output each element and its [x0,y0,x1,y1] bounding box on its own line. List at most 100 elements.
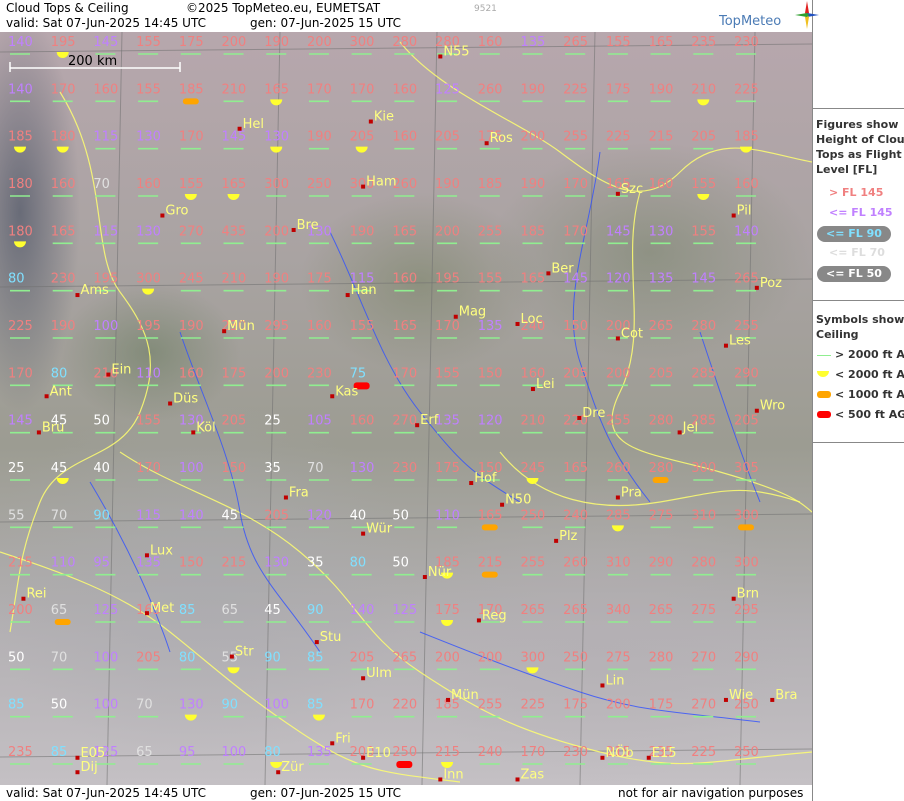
city-marker [754,285,759,290]
city-label: Bre [297,218,319,233]
fl-value: 185 [478,177,503,192]
city-marker [770,697,775,702]
ceiling-symbol-2000 [270,146,283,153]
legend-ceiling-item: < 2000 ft AGL [813,368,904,384]
fl-value: 130 [350,461,375,476]
fl-value: 50 [8,650,25,665]
fl-value: 110 [51,556,76,571]
fl-value: 190 [435,177,460,192]
fl-value: 230 [51,272,76,287]
fl-value: 205 [350,650,375,665]
city-marker [361,676,366,681]
fl-value: 205 [563,366,588,381]
city-label: Hof [474,471,497,486]
city-label: Ams [80,283,109,298]
city-marker [546,271,551,276]
city-label: Ant [50,384,72,399]
fl-value: 155 [691,177,716,192]
fl-value: 155 [606,35,631,50]
fl-value: 70 [307,461,324,476]
fl-value: 130 [649,224,674,239]
fl-value: 205 [136,650,161,665]
fl-value: 165 [264,82,289,97]
ceiling-symbol-2000 [56,146,69,153]
city-marker [237,126,242,131]
city-marker [75,755,80,760]
city-label: Jel [682,420,698,435]
city-marker [600,683,605,688]
city-label: Pra [621,485,642,500]
fl-value: 265 [563,603,588,618]
valid-time: valid: Sat 07-Jun-2025 14:45 UTC [6,16,206,30]
fl-value: 250 [563,650,588,665]
fl-value: 180 [51,130,76,145]
fl-value: 255 [478,224,503,239]
fl-value: 110 [435,508,460,523]
city-marker [615,191,620,196]
city-marker [368,119,373,124]
fl-value: 55 [8,508,25,523]
fl-value: 140 [179,508,204,523]
city-label: Brn [737,587,759,602]
ceiling-symbol-2000 [611,525,624,532]
satellite-map[interactable]: 200 km 140 195 145 155 175 200 190 200 300 280 280 1… [0,32,812,785]
fl-value: 280 [649,414,674,429]
fl-value: 305 [734,461,759,476]
fl-value: 70 [93,177,110,192]
ceiling-symbol-1000 [54,619,71,625]
fl-value: 200 [435,650,460,665]
fl-value: 155 [136,82,161,97]
fl-value: 130 [264,130,289,145]
fl-value: 130 [136,130,161,145]
fl-value: 260 [563,556,588,571]
legend-fl-item: > FL 145 [829,186,884,199]
city-label: Hel [243,117,264,132]
fl-value: 145 [8,414,33,429]
city-label: Loc [521,312,543,327]
city-marker [191,430,196,435]
city-label: Köl [196,420,215,435]
fl-value: 235 [691,35,716,50]
fl-value: 210 [222,82,247,97]
city-marker [222,329,227,334]
fl-value: 205 [649,366,674,381]
ceiling-symbol-1000 [481,571,498,578]
fl-value: 160 [478,35,503,50]
fl-value: 200 [606,366,631,381]
copyright: ©2025 TopMeteo.eu, EUMETSAT [186,1,381,15]
fl-value: 85 [179,603,196,618]
fl-value: 120 [478,414,503,429]
ceiling-symbol-2000 [56,478,69,484]
legend-fl-item: <= FL 90 [817,226,891,242]
city-marker [530,387,535,392]
fl-value: 175 [606,82,631,97]
fl-value: 435 [222,224,247,239]
fl-value: 280 [392,35,417,50]
fl-value: 265 [734,272,759,287]
ceiling-symbol-2000 [184,714,197,721]
legend-ceiling-item: < 500 ft AGL [813,408,904,424]
fl-value: 215 [478,556,503,571]
fl-value: 85 [307,698,324,713]
fl-value: 145 [606,224,631,239]
legend-ceiling-item: < 1000 ft AGL [813,388,904,404]
city-marker [361,755,366,760]
city-marker [554,538,559,543]
fl-value: 300 [264,177,289,192]
city-marker [515,777,520,782]
fl-value: 300 [136,272,161,287]
fl-value: 225 [520,698,545,713]
city-label: N50 [505,493,531,508]
graticule-line [106,32,123,785]
city-marker [361,531,366,536]
fl-value: 265 [520,603,545,618]
fl-value: 105 [307,414,332,429]
fl-value: 90 [93,508,110,523]
city-marker [646,755,651,760]
fl-value: 80 [51,366,68,381]
city-marker [754,408,759,413]
fl-value: 150 [478,366,503,381]
fl-value: 160 [307,319,332,334]
city-label: Lei [536,377,555,392]
fl-value: 190 [264,272,289,287]
